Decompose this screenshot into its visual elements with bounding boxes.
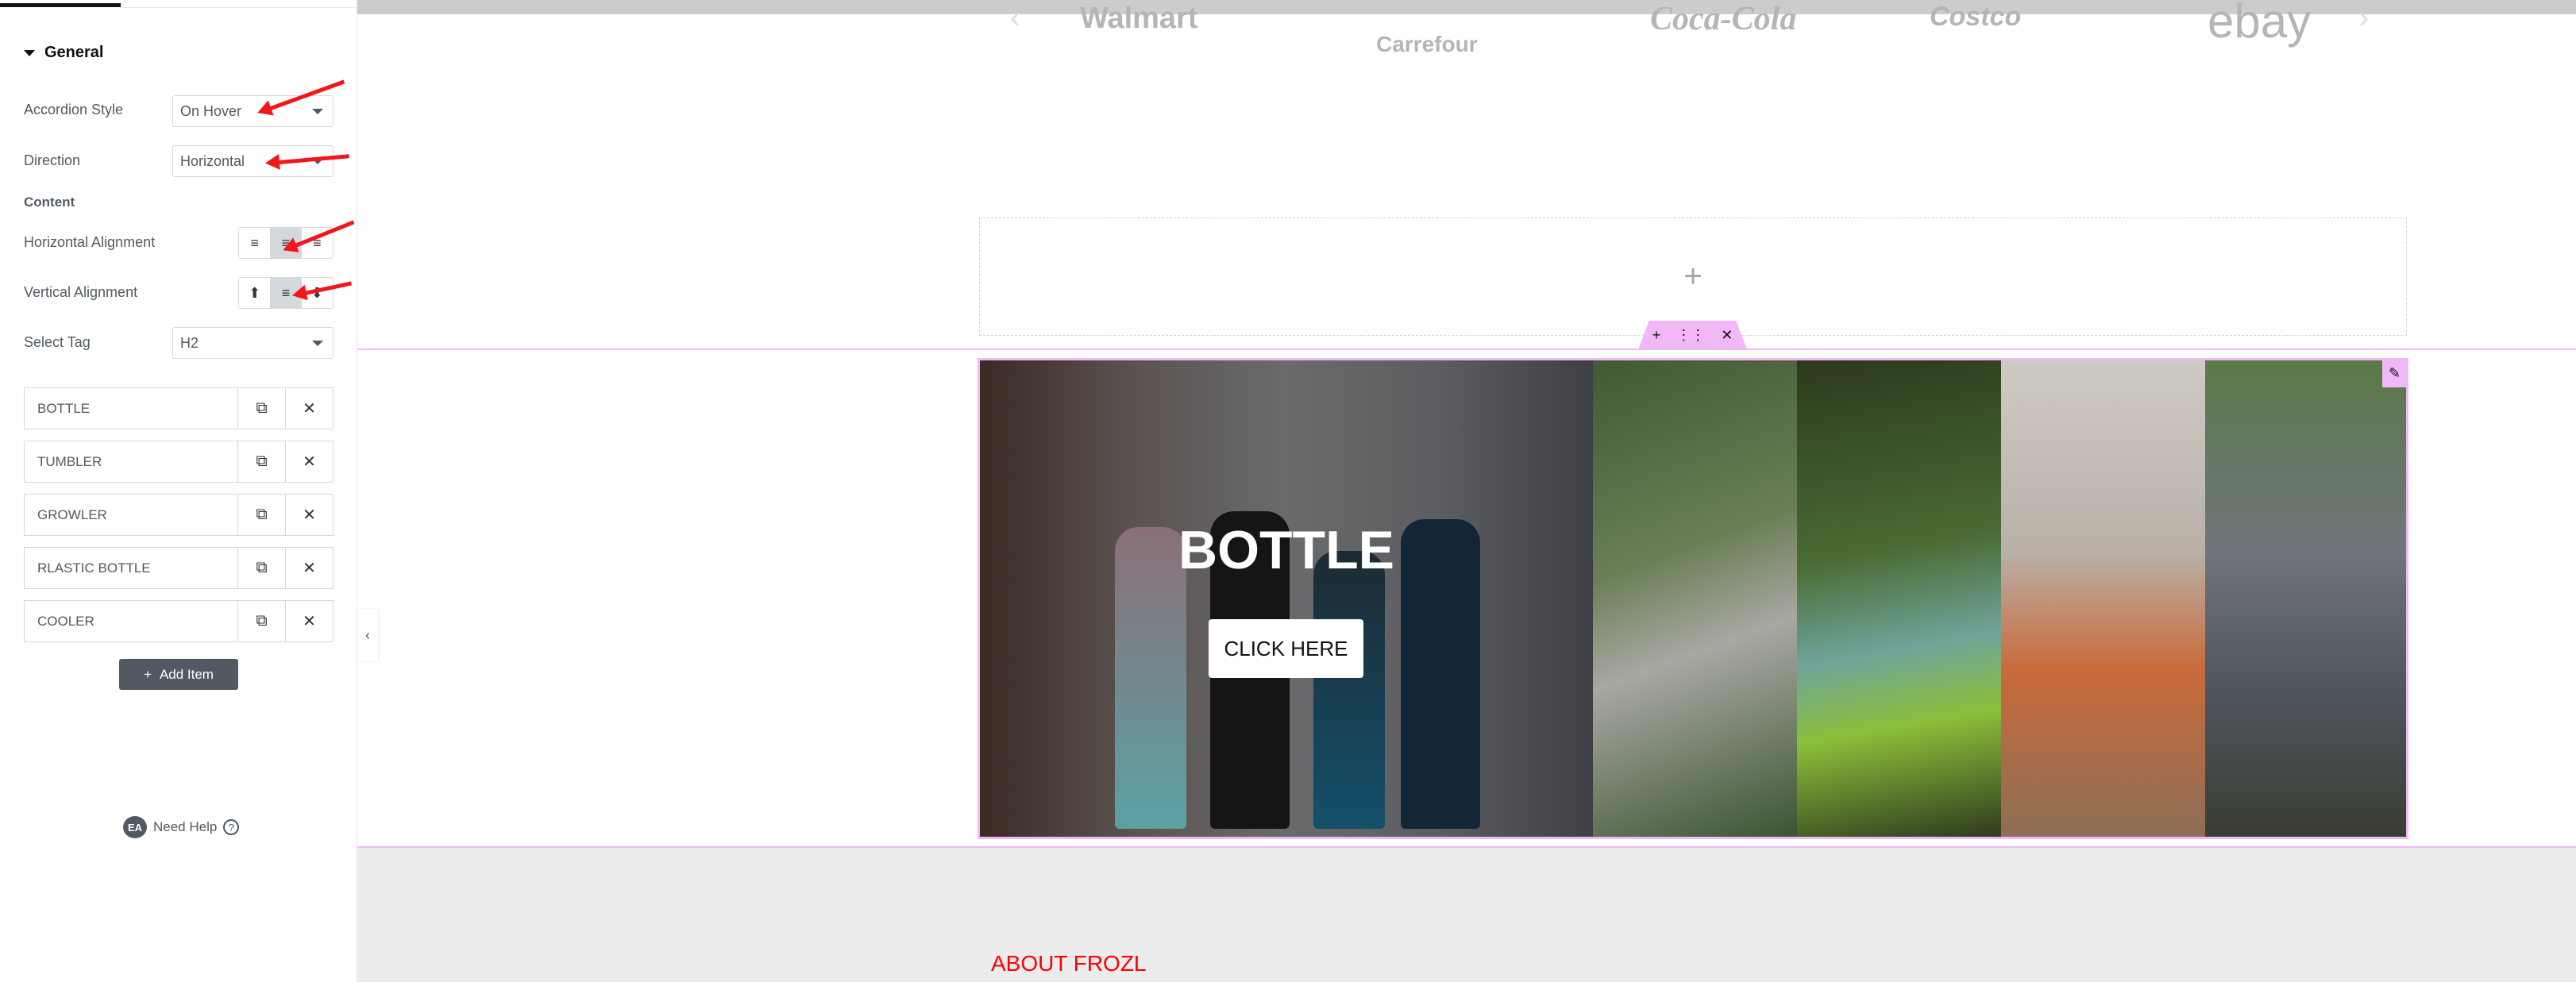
plus-icon: +	[144, 666, 152, 682]
direction-label: Direction	[24, 152, 81, 168]
duplicate-icon[interactable]: ⧉	[237, 601, 285, 641]
active-tab-indicator	[0, 3, 121, 7]
walmart-logo: Walmart	[1080, 2, 1198, 35]
close-icon[interactable]: ✕	[285, 495, 333, 535]
align-left-icon[interactable]: ≡	[239, 228, 270, 258]
repeater-item[interactable]: RLASTIC BOTTLE ⧉ ✕	[24, 547, 334, 589]
repeater-item[interactable]: TUMBLER ⧉ ✕	[24, 441, 334, 483]
drag-icon[interactable]: ⋮⋮	[1676, 327, 1705, 344]
add-item-button[interactable]: + Add Item	[119, 659, 238, 690]
caret-down-icon	[24, 49, 35, 56]
repeater-item[interactable]: GROWLER ⧉ ✕	[24, 494, 334, 536]
divider	[121, 7, 357, 8]
section-general-toggle[interactable]: General	[24, 44, 103, 62]
accordion-panel-tumbler[interactable]	[1593, 360, 1797, 837]
close-icon[interactable]: ✕	[285, 548, 333, 588]
carousel-next-icon[interactable]: ›	[2358, 0, 2369, 36]
accordion-style-select[interactable]: On Hover	[172, 95, 334, 127]
chevron-down-icon	[312, 109, 323, 114]
carousel-prev-icon[interactable]: ‹	[1010, 0, 1020, 36]
add-section-dropzone[interactable]: +	[979, 218, 2407, 336]
duplicate-icon[interactable]: ⧉	[237, 441, 285, 482]
duplicate-icon[interactable]: ⧉	[237, 495, 285, 535]
click-here-button[interactable]: CLICK HERE	[1209, 619, 1363, 678]
select-tag-select[interactable]: H2	[172, 327, 334, 359]
chevron-down-icon	[312, 341, 323, 346]
section-title: General	[44, 44, 104, 61]
section-handle: + ⋮⋮ ✕	[1638, 321, 1747, 349]
ebay-logo: ebay	[2208, 0, 2312, 48]
about-heading: ABOUT FROZL	[991, 951, 1147, 976]
duplicate-icon[interactable]: ⧉	[237, 548, 285, 588]
settings-panel: General Accordion Style On Hover Directi…	[0, 0, 357, 982]
vertical-alignment-control: ⬆ ≡ ⬇	[238, 277, 334, 309]
accordion-panel-rlastic-bottle[interactable]	[2001, 360, 2205, 837]
select-tag-label: Select Tag	[24, 334, 91, 350]
section-outline	[357, 349, 2576, 350]
item-label[interactable]: TUMBLER	[25, 441, 237, 482]
coca-cola-logo: Coca-Cola	[1650, 1, 1797, 37]
about-section	[357, 848, 2576, 982]
duplicate-icon[interactable]: ⧉	[237, 388, 285, 429]
accordion-panel-active[interactable]: BOTTLE CLICK HERE	[980, 360, 1593, 837]
item-label[interactable]: GROWLER	[25, 495, 237, 535]
accordion-style-label: Accordion Style	[24, 102, 124, 117]
close-icon[interactable]: ✕	[1721, 327, 1733, 344]
align-top-icon[interactable]: ⬆	[239, 278, 270, 308]
add-icon[interactable]: +	[1652, 327, 1661, 344]
select-value: H2	[180, 335, 199, 351]
item-label[interactable]: BOTTLE	[25, 388, 237, 429]
accordion-title: BOTTLE	[1178, 520, 1394, 580]
item-label[interactable]: COOLER	[25, 601, 237, 641]
vertical-alignment-label: Vertical Alignment	[24, 284, 138, 300]
item-label[interactable]: RLASTIC BOTTLE	[25, 548, 237, 588]
help-label: Need Help	[153, 819, 218, 834]
accordion-panel-growler[interactable]	[1797, 360, 2001, 837]
ea-logo: EA	[123, 816, 147, 838]
plus-icon[interactable]: +	[1683, 259, 1702, 295]
close-icon[interactable]: ✕	[285, 388, 333, 429]
collapse-panel-button[interactable]: ‹	[357, 609, 378, 661]
costco-logo: Costco	[1930, 2, 2022, 32]
close-icon[interactable]: ✕	[285, 601, 333, 641]
repeater-item[interactable]: COOLER ⧉ ✕	[24, 600, 334, 642]
carrefour-logo: Carrefour	[1376, 32, 1478, 56]
close-icon[interactable]: ✕	[285, 441, 333, 482]
repeater-item[interactable]: BOTTLE ⧉ ✕	[24, 387, 334, 429]
need-help-link[interactable]: EA Need Help?	[123, 816, 240, 838]
content-heading: Content	[24, 194, 75, 210]
image-accordion: BOTTLE CLICK HERE	[978, 358, 2408, 839]
horizontal-alignment-label: Horizontal Alignment	[24, 234, 156, 250]
help-icon: ?	[223, 819, 240, 835]
add-item-label: Add Item	[159, 666, 214, 682]
edit-widget-icon[interactable]: ✎	[2382, 359, 2407, 387]
select-value: Horizontal	[180, 153, 245, 169]
accordion-panel-cooler[interactable]	[2205, 360, 2406, 837]
select-value: On Hover	[180, 103, 242, 119]
